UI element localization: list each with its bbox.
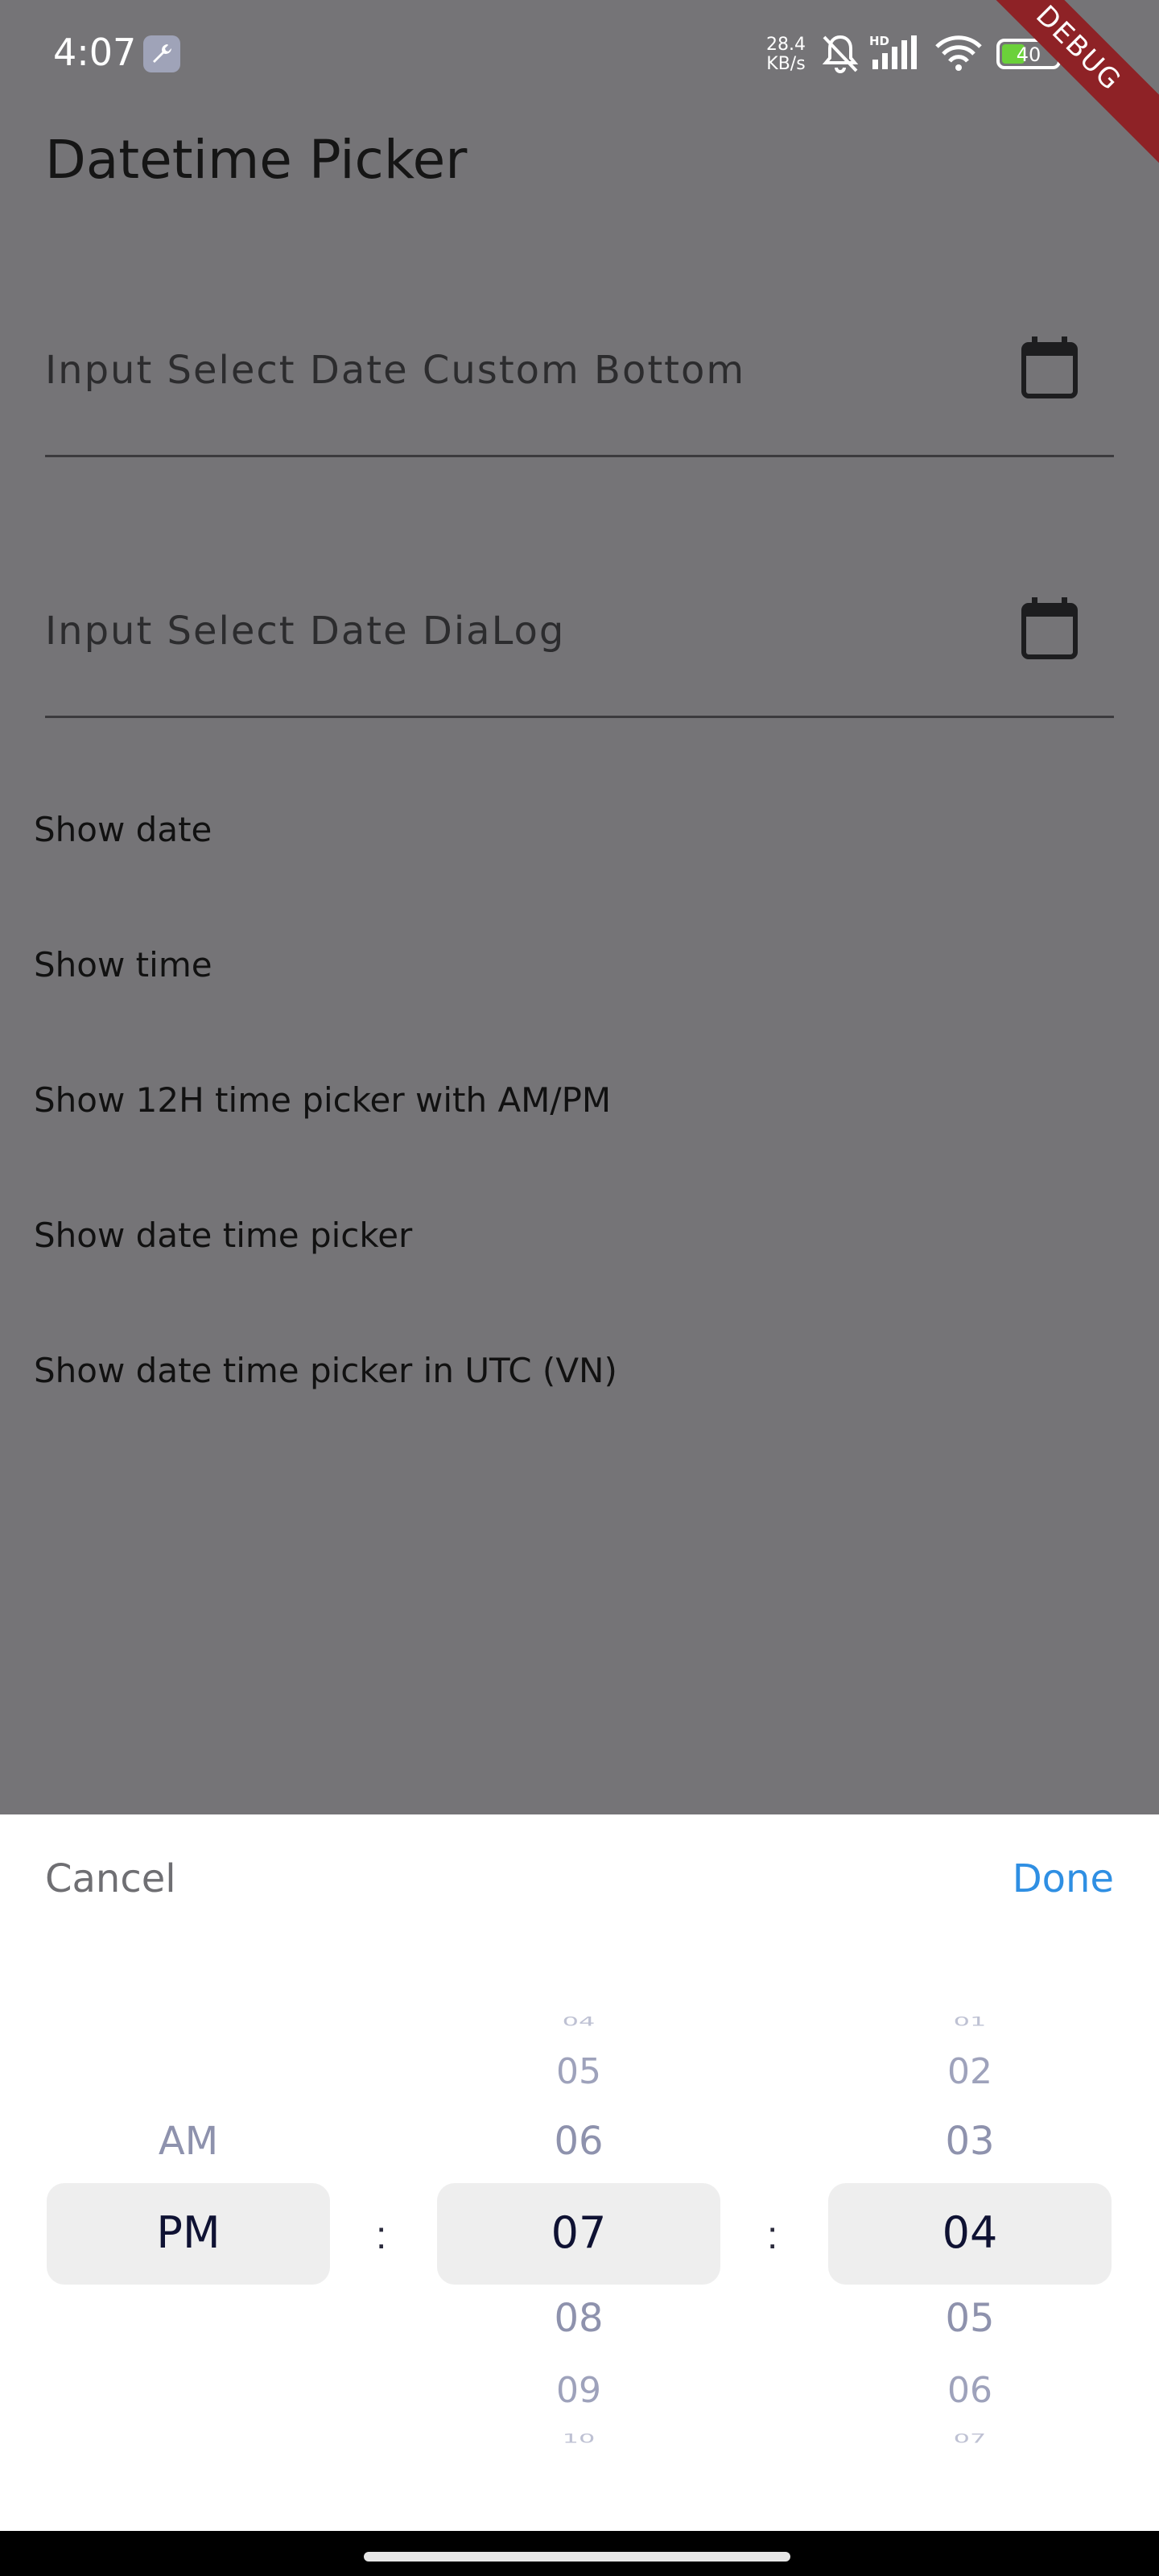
minute-selected[interactable]: 04 (828, 2207, 1112, 2258)
separator: : (767, 2215, 778, 2257)
input-select-date-custom-bottom[interactable]: Input Select Date Custom Bottom (45, 320, 1114, 457)
show-date-button[interactable]: Show date (34, 810, 212, 849)
wrench-icon (143, 35, 180, 72)
show-date-time-picker-utc-button[interactable]: Show date time picker in UTC (VN) (34, 1351, 617, 1390)
hour-option[interactable]: 06 (437, 2119, 720, 2164)
minute-option[interactable]: 03 (828, 2119, 1112, 2164)
hd-signal-icon: HD (869, 34, 917, 69)
page-title: Datetime Picker (45, 129, 468, 191)
navigation-bar (0, 2531, 1159, 2576)
status-time: 4:07 (53, 31, 137, 74)
hour-selected[interactable]: 07 (437, 2207, 720, 2258)
network-speed: 28.4 KB/s (766, 35, 806, 74)
minute-option[interactable]: 06 (828, 2370, 1112, 2411)
separator: : (376, 2215, 387, 2257)
minute-option[interactable]: 07 (828, 2431, 1112, 2446)
input-select-date-dialog[interactable]: Input Select Date DiaLog (45, 581, 1114, 718)
wifi-icon (935, 35, 982, 71)
minute-option[interactable]: 02 (828, 2051, 1112, 2092)
hour-option[interactable]: 05 (437, 2051, 720, 2092)
time-picker-sheet: Cancel Done AM PM : 04 05 06 07 08 09 10… (0, 1814, 1159, 2531)
calendar-icon[interactable] (1021, 597, 1079, 660)
done-button[interactable]: Done (1013, 1856, 1114, 1901)
calendar-icon[interactable] (1021, 336, 1079, 399)
hour-option[interactable]: 08 (437, 2296, 720, 2341)
show-time-button[interactable]: Show time (34, 945, 212, 985)
show-date-time-picker-button[interactable]: Show date time picker (34, 1216, 412, 1255)
input-label: Input Select Date DiaLog (45, 609, 566, 654)
input-label: Input Select Date Custom Bottom (45, 348, 746, 393)
period-selected[interactable]: PM (47, 2207, 330, 2258)
hour-option[interactable]: 10 (437, 2431, 720, 2446)
period-option[interactable]: AM (47, 2119, 330, 2164)
app-background: 4:07 28.4 KB/s HD 40 DEBUG Datetime Pick… (0, 0, 1159, 1814)
home-indicator[interactable] (364, 2552, 790, 2562)
hour-option[interactable]: 04 (437, 2014, 720, 2029)
hour-option[interactable]: 09 (437, 2370, 720, 2411)
minute-option[interactable]: 05 (828, 2296, 1112, 2341)
svg-text:HD: HD (869, 34, 889, 48)
bell-off-icon (822, 35, 859, 73)
minute-option[interactable]: 01 (828, 2014, 1112, 2029)
show-12h-time-picker-button[interactable]: Show 12H time picker with AM/PM (34, 1080, 611, 1120)
status-bar: 4:07 28.4 KB/s HD 40 (0, 0, 1159, 105)
cancel-button[interactable]: Cancel (45, 1856, 176, 1901)
